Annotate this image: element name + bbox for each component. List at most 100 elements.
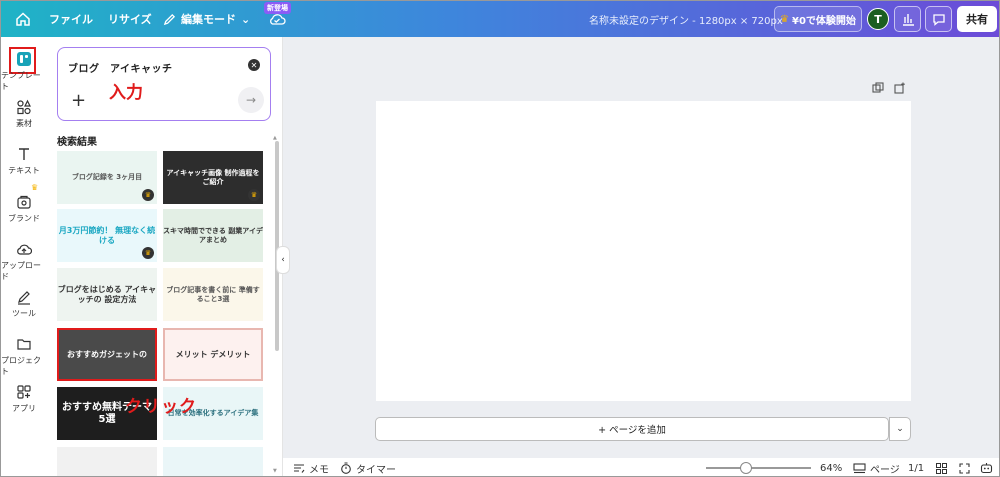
timer-button[interactable]: タイマー: [340, 458, 396, 476]
brand-icon: [17, 195, 31, 209]
thumbnail-title: ブログ記事を書く前に 準備すること3選: [166, 286, 260, 303]
template-icon: [17, 52, 31, 66]
template-thumbnail[interactable]: ブログをはじめる アイキャッチの 設定方法: [57, 268, 157, 321]
zoom-slider[interactable]: [706, 467, 811, 469]
pages-button[interactable]: ページ: [853, 458, 900, 476]
rail-item-text[interactable]: テキスト: [1, 146, 47, 176]
annotation-input-label: 入力: [109, 83, 143, 103]
resize-menu[interactable]: リサイズ: [108, 1, 152, 37]
rail-item-label: ツール: [12, 309, 36, 318]
annotation-click-label: クリック: [125, 397, 197, 417]
zoom-level[interactable]: 64%: [820, 458, 842, 476]
rail-item-tools[interactable]: ツール: [1, 289, 47, 319]
template-thumbnail[interactable]: メリット デメリット: [163, 328, 263, 381]
add-page-dropdown[interactable]: ⌄: [889, 417, 911, 441]
pages-label: ページ: [870, 464, 900, 476]
rail-item-label: アップロード: [1, 261, 41, 281]
edit-mode-menu[interactable]: 編集モード ⌄: [163, 1, 250, 37]
rail-item-label: テキスト: [8, 166, 40, 175]
grid-view-icon: [936, 462, 947, 474]
page-count: 1/1: [908, 462, 925, 474]
free-trial-label: ¥0で体験開始: [792, 15, 856, 27]
pen-tool-icon: [18, 291, 30, 305]
avatar[interactable]: T: [867, 8, 889, 30]
top-bar: ファイル リサイズ 編集モード ⌄ 新登場 名称未設定のデザイン - 1280p…: [1, 1, 999, 37]
add-page-button[interactable]: + ページを追加: [375, 417, 889, 441]
rail-item-brand[interactable]: ブランド: [1, 194, 47, 224]
free-trial-button[interactable]: ♛ ¥0で体験開始: [774, 6, 862, 32]
bar-chart-icon: [902, 14, 914, 26]
help-button[interactable]: [980, 458, 993, 476]
thumbnail-title: スキマ時間でできる 副業アイデアまとめ: [163, 227, 263, 244]
pages-icon: [853, 462, 866, 473]
template-thumbnail-selected[interactable]: おすすめガジェットの: [57, 328, 157, 381]
rail-item-projects[interactable]: プロジェクト: [1, 336, 47, 377]
app-window: ファイル リサイズ 編集モード ⌄ 新登場 名称未設定のデザイン - 1280p…: [0, 0, 1000, 477]
upload-icon: [17, 244, 32, 255]
add-icon[interactable]: +: [71, 90, 86, 111]
results-heading: 検索結果: [57, 137, 97, 148]
thumbnail-title: 月3万円節約！ 無理なく続ける: [58, 225, 156, 245]
premium-crown-icon: ♛: [31, 183, 39, 192]
page-tools: [872, 82, 906, 94]
template-thumbnail[interactable]: ブログ記録を 3ヶ月目 ♛: [57, 151, 157, 204]
template-thumbnail[interactable]: [163, 447, 263, 476]
chevron-down-icon: ⌄: [896, 424, 904, 434]
rail-item-label: アプリ: [12, 404, 36, 413]
apps-icon: [17, 385, 31, 399]
duplicate-page-icon[interactable]: [872, 82, 884, 94]
arrow-right-icon[interactable]: →: [238, 87, 264, 113]
insights-button[interactable]: [894, 6, 921, 32]
search-input[interactable]: ブログ アイキャッチ: [68, 60, 173, 75]
comment-button[interactable]: [925, 6, 952, 32]
grid-view-button[interactable]: [936, 458, 947, 476]
collapse-panel-button[interactable]: ‹: [276, 246, 290, 274]
clear-search-icon[interactable]: ✕: [248, 59, 260, 71]
template-thumbnail[interactable]: [57, 447, 157, 476]
rail-item-apps[interactable]: アプリ: [1, 384, 47, 414]
zoom-slider-handle[interactable]: [739, 462, 752, 474]
premium-crown-icon: ♛: [248, 189, 260, 201]
template-thumbnail[interactable]: ブログ記事を書く前に 準備すること3選: [163, 268, 263, 321]
add-page-icon[interactable]: [894, 82, 906, 94]
cloud-check-icon: [270, 14, 286, 25]
elements-icon: [17, 99, 31, 115]
notes-button[interactable]: メモ: [293, 458, 329, 476]
chevron-down-icon: ⌄: [241, 12, 251, 26]
file-menu[interactable]: ファイル: [49, 1, 93, 37]
thumbnail-title: アイキャッチ画像 制作過程をご紹介: [166, 169, 260, 186]
cloud-sync-button[interactable]: [263, 1, 291, 37]
help-bot-icon: [980, 463, 993, 474]
thumbnail-title: ブログをはじめる アイキャッチの 設定方法: [57, 284, 157, 304]
thumbnail-title: メリット デメリット: [175, 349, 251, 359]
chevron-left-icon: ‹: [281, 255, 285, 265]
design-page[interactable]: [376, 101, 911, 401]
timer-icon: [341, 462, 351, 474]
premium-crown-icon: ♛: [142, 247, 154, 259]
notes-icon: [294, 464, 305, 473]
speech-bubble-icon: [932, 14, 945, 26]
rail-item-label: プロジェクト: [1, 356, 41, 376]
rail-item-label: テンプレート: [1, 71, 41, 91]
fullscreen-button[interactable]: [959, 458, 970, 476]
timer-label: タイマー: [356, 464, 396, 476]
document-title[interactable]: 名称未設定のデザイン - 1280px × 720px: [589, 1, 783, 37]
home-icon: [16, 12, 30, 26]
rail-item-uploads[interactable]: アップロード: [1, 241, 47, 282]
text-icon: [19, 148, 29, 160]
rail-item-elements[interactable]: 素材: [1, 99, 47, 129]
home-button[interactable]: [9, 1, 37, 37]
template-thumbnail[interactable]: アイキャッチ画像 制作過程をご紹介 ♛: [163, 151, 263, 204]
crown-icon: ♛: [780, 13, 790, 25]
fullscreen-icon: [959, 462, 970, 474]
share-button[interactable]: 共有: [957, 6, 997, 32]
rail-item-templates[interactable]: テンプレート: [1, 51, 47, 92]
templates-panel: ブログ アイキャッチ ✕ + → 入力 検索結果 ブログ記録を 3ヶ月目 ♛ アイ…: [47, 37, 283, 476]
template-thumbnail[interactable]: スキマ時間でできる 副業アイデアまとめ: [163, 209, 263, 262]
left-rail: テンプレート 素材 テキスト ♛ ブランド アップロード ツール プロジェクト: [1, 37, 47, 476]
thumbnail-title: おすすめガジェットの: [67, 349, 147, 359]
search-box[interactable]: ブログ アイキャッチ ✕ + →: [57, 47, 271, 121]
scroll-down-icon[interactable]: ▼: [273, 468, 277, 474]
bottom-bar: メモ タイマー 64% ページ 1/1: [283, 458, 999, 476]
template-thumbnail[interactable]: 月3万円節約！ 無理なく続ける ♛: [57, 209, 157, 262]
